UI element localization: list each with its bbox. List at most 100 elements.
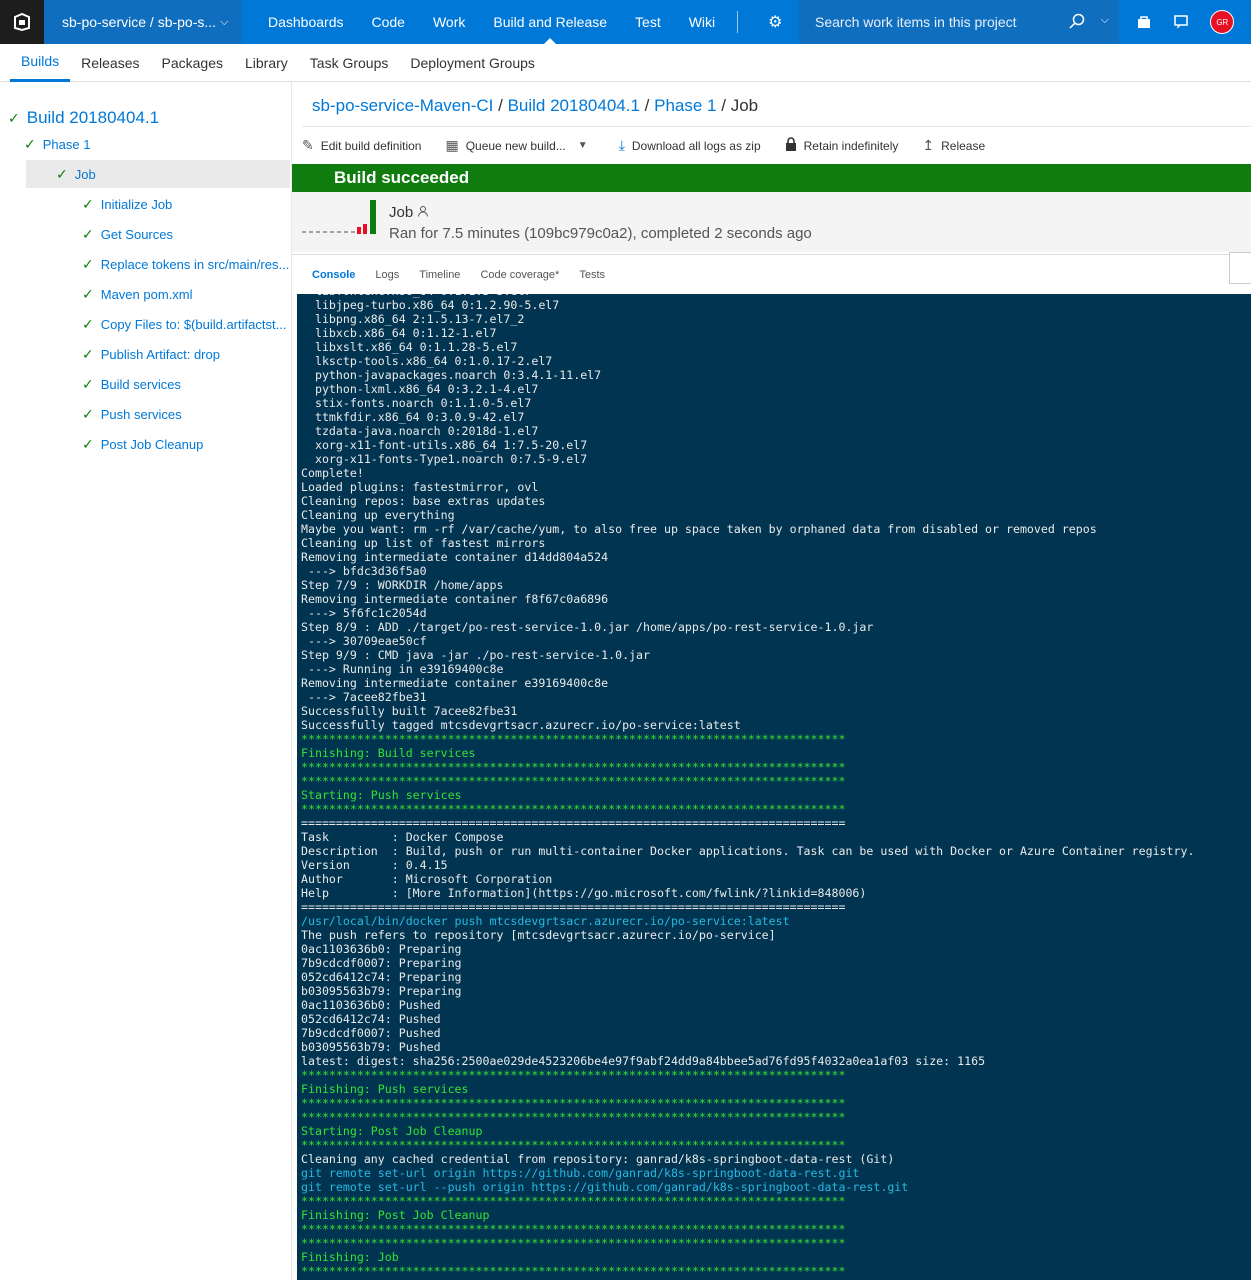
tree-step[interactable]: ✓ Copy Files to: $(build.artifactst... [82,316,286,333]
job-duration-chart [302,200,376,234]
nav-test[interactable]: Test [621,0,675,44]
console-line: Removing intermediate container f8f67c0a… [301,592,609,606]
nav-divider [737,11,739,33]
console-line: ****************************************… [301,1138,846,1152]
build-tree-pane: ✓ Build 20180404.1 ✓ Phase 1 ✓ Job ✓ Init… [0,82,292,1280]
top-bar: sb-po-service / sb-po-s... ⌵ Dashboards … [0,0,1251,44]
console-line: Step 9/9 : CMD java -jar ./po-rest-servi… [301,648,651,662]
tree-step-label: Copy Files to: $(build.artifactst... [100,317,287,332]
breadcrumb-job: Job [730,96,759,115]
console-line: ttmkfdir.x86_64 0:3.0.9-42.el7 [301,410,525,424]
tab-console[interactable]: Console [312,269,355,281]
tree-job[interactable]: ✓ Job [26,160,290,188]
breadcrumb-build[interactable]: Build 20180404.1 [508,96,640,115]
tab-logs[interactable]: Logs [375,269,399,281]
tab-packages[interactable]: Packages [151,44,234,82]
nav-wiki[interactable]: Wiki [675,0,729,44]
tree-step[interactable]: ✓ Replace tokens in src/main/res... [82,256,289,273]
nav-code[interactable]: Code [358,0,419,44]
search-icon[interactable] [1069,13,1085,29]
console-line: Task : Docker Compose [301,830,504,844]
check-icon: ✓ [82,196,94,212]
console-line: ****************************************… [301,1264,846,1278]
console-line: ---> 7acee82fbe31 [301,690,427,704]
console-line: latest: digest: sha256:2500ae029de452320… [301,1054,986,1068]
search-box[interactable]: Search work items in this project ⌵ [799,0,1119,44]
download-logs-button[interactable]: ⤓ Download all logs as zip [619,137,761,154]
gear-icon[interactable]: ⚙ [746,12,804,32]
tab-code-coverage[interactable]: Code coverage* [480,269,559,281]
console-line: lksctp-tools.x86_64 0:1.0.17-2.el7 [301,354,553,368]
expand-panel-button[interactable] [1229,252,1251,284]
check-icon: ✓ [82,406,94,422]
check-icon: ✓ [82,376,94,392]
tab-builds[interactable]: Builds [10,44,71,82]
check-icon: ✓ [82,226,94,242]
console-line: python-javapackages.noarch 0:3.4.1-11.el… [301,368,602,382]
lock-icon [785,137,797,154]
log-tabs: Console Logs Timeline Code coverage* Tes… [292,254,1251,294]
check-icon: ✓ [82,286,94,302]
search-input[interactable]: Search work items in this project [815,14,1017,30]
chevron-down-icon[interactable]: ▼ [578,140,588,151]
tree-phase-label: Phase 1 [42,137,91,152]
tree-phase[interactable]: ✓ Phase 1 [24,136,90,153]
retain-indefinitely-button[interactable]: Retain indefinitely [785,137,898,154]
tree-step-label: Get Sources [100,227,173,242]
console-output[interactable]: libfontenc.x86_64 0:1.1.3-3.el7 libjpeg-… [297,294,1251,1280]
tree-step[interactable]: ✓ Push services [82,406,182,423]
job-name: Job [389,204,429,221]
nav-work[interactable]: Work [419,0,479,44]
release-button[interactable]: ↥ Release [922,137,985,154]
console-line: ========================================… [301,900,846,914]
console-line: tzdata-java.noarch 0:2018d-1.el7 [301,424,539,438]
tree-step[interactable]: ✓ Publish Artifact: drop [82,346,220,363]
check-icon: ✓ [82,316,94,332]
vsts-logo-icon[interactable] [0,0,44,44]
breadcrumb-phase[interactable]: Phase 1 [654,96,716,115]
nav-dashboards[interactable]: Dashboards [254,0,358,44]
tree-step[interactable]: ✓ Maven pom.xml [82,286,192,303]
tree-step[interactable]: ✓ Initialize Job [82,196,172,213]
nav-build-and-release[interactable]: Build and Release [479,0,621,44]
project-selector[interactable]: sb-po-service / sb-po-s... ⌵ [44,0,242,44]
breadcrumb: sb-po-service-Maven-CI / Build 20180404.… [312,96,758,116]
tree-step-label: Maven pom.xml [100,287,193,302]
tree-step[interactable]: ✓ Build services [82,376,181,393]
marketplace-icon[interactable] [1136,14,1152,30]
edit-label: Edit build definition [320,138,422,153]
console-line: Finishing: Post Job Cleanup [301,1208,490,1222]
console-line: Cleaning any cached credential from repo… [301,1152,895,1166]
tree-step[interactable]: ✓ Get Sources [82,226,173,243]
tab-timeline[interactable]: Timeline [419,269,460,281]
project-name: sb-po-service / sb-po-s... [62,14,217,30]
tab-tests[interactable]: Tests [579,269,605,281]
console-line: ****************************************… [301,1236,846,1250]
console-line: libpng.x86_64 2:1.5.13-7.el7_2 [301,312,525,326]
console-line: Cleaning up list of fastest mirrors [301,536,546,550]
tree-step[interactable]: ✓ Post Job Cleanup [82,436,203,453]
tree-step-label: Initialize Job [100,197,173,212]
tree-build-label: Build 20180404.1 [26,108,160,127]
edit-build-definition-button[interactable]: ✎ Edit build definition [302,137,421,154]
tree-build[interactable]: ✓ Build 20180404.1 [8,108,159,128]
breadcrumb-separator: / [498,96,508,115]
download-icon: ⤓ [618,137,625,153]
console-line: xorg-x11-font-utils.x86_64 1:7.5-20.el7 [301,438,588,452]
tab-library[interactable]: Library [234,44,299,82]
console-line: ========================================… [301,816,846,830]
avatar[interactable]: GR [1210,10,1235,34]
search-dropdown-icon[interactable]: ⌵ [1101,14,1109,27]
tab-task-groups[interactable]: Task Groups [299,44,400,82]
tab-releases[interactable]: Releases [70,44,150,82]
duration-bar-failed [363,224,367,234]
check-icon: ✓ [82,346,94,362]
console-line: Step 7/9 : WORKDIR /home/apps [301,578,504,592]
console-line: Cleaning repos: base extras updates [301,494,546,508]
tab-deployment-groups[interactable]: Deployment Groups [399,44,546,82]
breadcrumb-definition[interactable]: sb-po-service-Maven-CI [312,96,493,115]
console-line: git remote set-url origin https://github… [301,1166,860,1180]
feedback-icon[interactable] [1173,14,1189,30]
tree-step-label: Publish Artifact: drop [100,347,220,362]
queue-new-build-button[interactable]: ▦ Queue new build... ▼ [445,137,594,154]
